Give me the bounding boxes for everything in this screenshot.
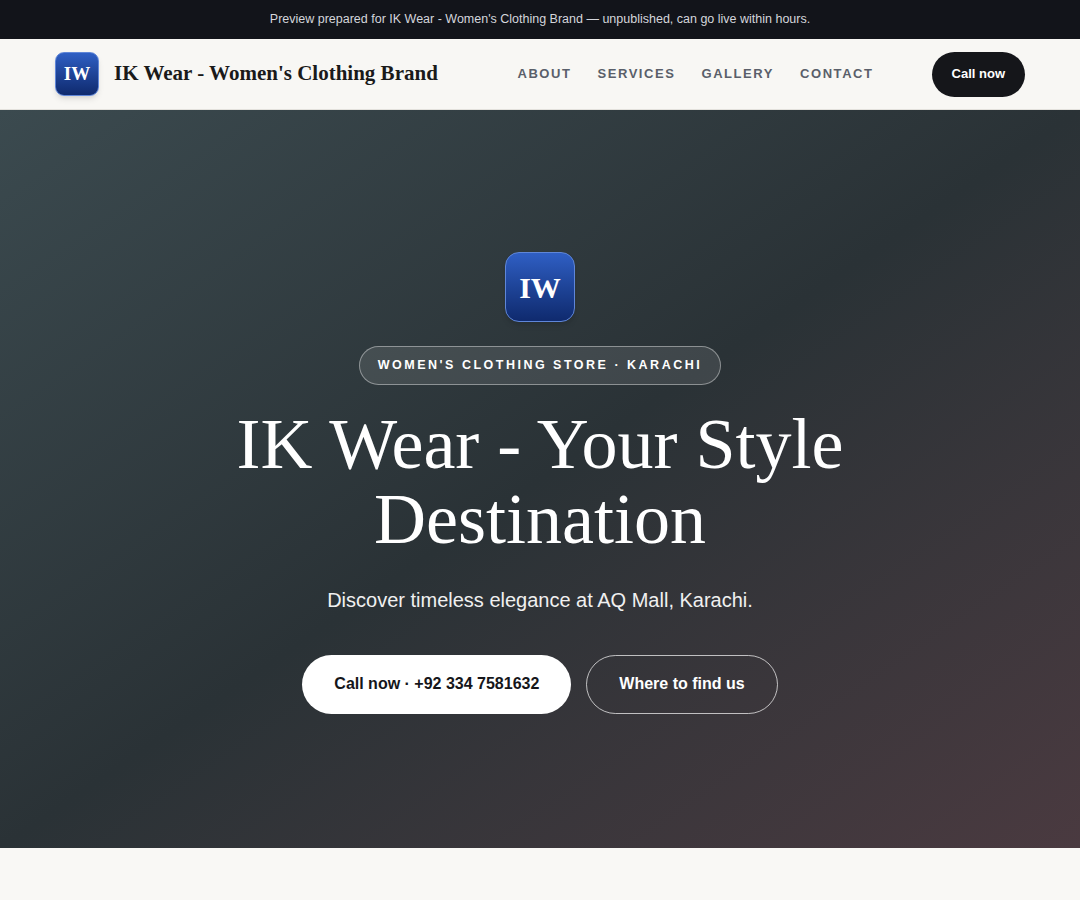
hero-title: IK Wear - Your Style Destination (220, 407, 860, 557)
call-button[interactable]: Call now (932, 52, 1025, 97)
hero-subtitle: Discover timeless elegance at AQ Mall, K… (327, 585, 753, 615)
main-nav: ABOUT SERVICES GALLERY CONTACT (517, 64, 873, 84)
hero-actions: Call now · +92 334 7581632 Where to find … (302, 655, 777, 714)
logo-badge: IW (55, 52, 99, 96)
hero: IW WOMEN'S CLOTHING STORE · KARACHI IK Wea… (0, 110, 1080, 848)
site-header: IWIK Wear - Women's Clothing Brand ABOUT S… (0, 39, 1080, 110)
nav-link[interactable]: GALLERY (701, 64, 774, 84)
nav-link[interactable]: ABOUT (517, 64, 571, 84)
hero-badge: WOMEN'S CLOTHING STORE · KARACHI (359, 346, 721, 385)
next-section (0, 848, 1080, 900)
call-now-button[interactable]: Call now · +92 334 7581632 (302, 655, 571, 714)
nav-link[interactable]: SERVICES (597, 64, 675, 84)
page: Preview prepared for IK Wear - Women's C… (0, 0, 1080, 900)
nav-link[interactable]: CONTACT (800, 64, 874, 84)
brand[interactable]: IWIK Wear - Women's Clothing Brand (55, 52, 438, 96)
location-button[interactable]: Where to find us (586, 655, 777, 714)
logo-badge: IW (505, 252, 575, 322)
preview-banner: Preview prepared for IK Wear - Women's C… (0, 0, 1080, 39)
